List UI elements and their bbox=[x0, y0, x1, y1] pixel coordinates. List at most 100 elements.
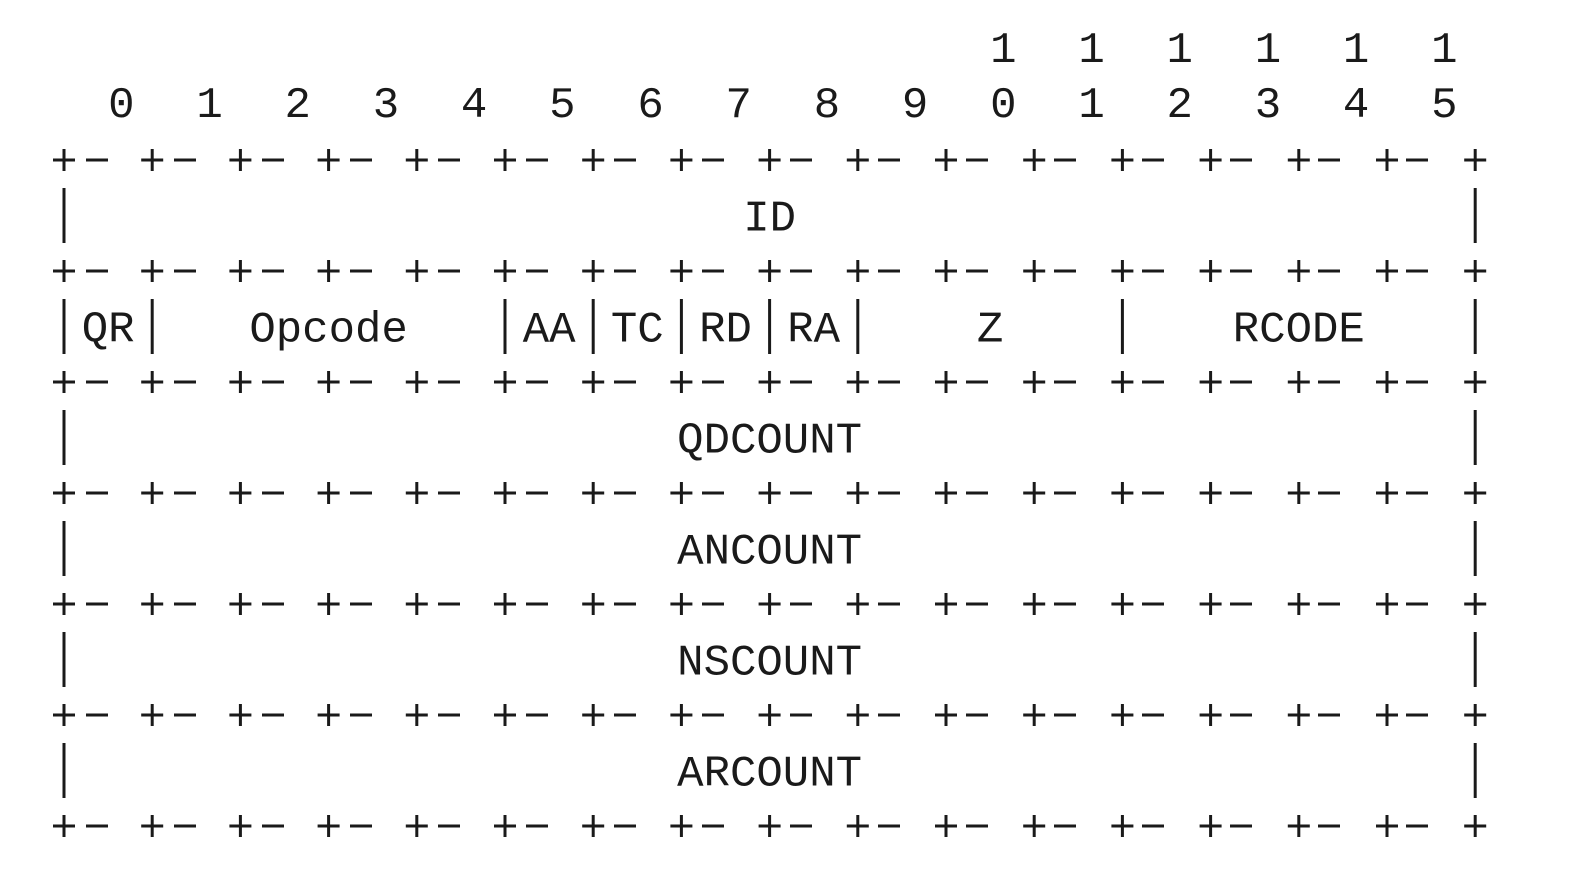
plus-mark bbox=[1287, 482, 1310, 504]
plus-mark bbox=[141, 149, 164, 171]
bit-number-units: 6 bbox=[637, 81, 663, 131]
plus-mark bbox=[935, 704, 957, 726]
plus-mark bbox=[53, 371, 75, 393]
bit-number-units: 1 bbox=[196, 81, 222, 131]
plus-mark bbox=[1464, 593, 1487, 615]
id-row: ID bbox=[62, 188, 1477, 245]
plus-mark bbox=[1023, 593, 1046, 615]
separator-line bbox=[53, 704, 1487, 726]
plus-mark bbox=[1111, 704, 1134, 726]
plus-mark bbox=[229, 815, 252, 837]
field-label-arcount: ARCOUNT bbox=[677, 750, 862, 800]
plus-mark bbox=[53, 593, 75, 615]
plus-mark bbox=[494, 815, 516, 837]
plus-mark bbox=[582, 593, 605, 615]
plus-mark bbox=[846, 482, 869, 504]
plus-mark bbox=[141, 593, 164, 615]
plus-mark bbox=[846, 149, 869, 171]
plus-mark bbox=[1287, 704, 1310, 726]
plus-mark bbox=[405, 593, 428, 615]
plus-mark bbox=[141, 371, 164, 393]
plus-mark bbox=[1287, 593, 1310, 615]
plus-mark bbox=[670, 593, 693, 615]
plus-mark bbox=[229, 704, 252, 726]
plus-mark bbox=[494, 260, 516, 282]
plus-mark bbox=[1376, 593, 1398, 615]
field-rows: ID QR Opcode AA TC RD RA Z RCODE QDCOUNT ANCOUNT NS… bbox=[53, 149, 1487, 837]
plus-mark bbox=[405, 371, 428, 393]
field-label-rcode: RCODE bbox=[1233, 306, 1365, 356]
plus-mark bbox=[1287, 149, 1310, 171]
bit-number-units: 0 bbox=[990, 81, 1016, 131]
plus-mark bbox=[1464, 704, 1487, 726]
bit-number-units: 9 bbox=[902, 81, 928, 131]
bit-number-units: 4 bbox=[461, 81, 487, 131]
field-label-qr: QR bbox=[82, 306, 135, 356]
plus-mark bbox=[846, 815, 869, 837]
bit-number-tens: 1 bbox=[1167, 26, 1193, 76]
separator-line bbox=[53, 260, 1487, 282]
plus-mark bbox=[1199, 260, 1222, 282]
bit-number-units: 2 bbox=[285, 81, 311, 131]
plus-mark bbox=[317, 371, 340, 393]
field-label-qdcount: QDCOUNT bbox=[677, 417, 862, 467]
plus-mark bbox=[1464, 482, 1487, 504]
bit-number-units: 8 bbox=[814, 81, 840, 131]
plus-mark bbox=[1023, 704, 1046, 726]
plus-mark bbox=[582, 815, 605, 837]
plus-mark bbox=[670, 260, 693, 282]
bit-number-units: 2 bbox=[1167, 81, 1193, 131]
qdcount-row: QDCOUNT bbox=[62, 410, 1477, 467]
plus-mark bbox=[1023, 371, 1046, 393]
bit-number-units: 7 bbox=[726, 81, 752, 131]
plus-mark bbox=[582, 704, 605, 726]
plus-mark bbox=[229, 482, 252, 504]
plus-mark bbox=[1199, 704, 1222, 726]
plus-mark bbox=[670, 149, 693, 171]
plus-mark bbox=[935, 149, 957, 171]
plus-mark bbox=[1023, 260, 1046, 282]
plus-mark bbox=[229, 260, 252, 282]
plus-mark bbox=[935, 815, 957, 837]
plus-mark bbox=[670, 371, 693, 393]
field-label-tc: TC bbox=[611, 306, 664, 356]
plus-mark bbox=[494, 371, 516, 393]
plus-mark bbox=[1199, 815, 1222, 837]
plus-mark bbox=[1464, 260, 1487, 282]
plus-mark bbox=[758, 260, 781, 282]
plus-mark bbox=[1111, 593, 1134, 615]
plus-mark bbox=[1023, 815, 1046, 837]
plus-mark bbox=[494, 149, 516, 171]
bit-number-units: 5 bbox=[549, 81, 575, 131]
plus-mark bbox=[670, 704, 693, 726]
plus-mark bbox=[1376, 260, 1398, 282]
plus-mark bbox=[494, 593, 516, 615]
plus-mark bbox=[53, 704, 75, 726]
plus-mark bbox=[846, 260, 869, 282]
plus-mark bbox=[1287, 260, 1310, 282]
plus-mark bbox=[1376, 482, 1398, 504]
plus-mark bbox=[1287, 371, 1310, 393]
plus-mark bbox=[758, 482, 781, 504]
plus-mark bbox=[1199, 149, 1222, 171]
plus-mark bbox=[935, 371, 957, 393]
plus-mark bbox=[582, 482, 605, 504]
plus-mark bbox=[935, 593, 957, 615]
plus-mark bbox=[1464, 815, 1487, 837]
field-label-rd: RD bbox=[699, 306, 752, 356]
plus-mark bbox=[1287, 815, 1310, 837]
plus-mark bbox=[317, 593, 340, 615]
field-label-nscount: NSCOUNT bbox=[677, 639, 862, 689]
plus-mark bbox=[1199, 482, 1222, 504]
plus-mark bbox=[1376, 704, 1398, 726]
plus-mark bbox=[317, 482, 340, 504]
plus-mark bbox=[846, 593, 869, 615]
nscount-row: NSCOUNT bbox=[62, 632, 1477, 689]
separator-line bbox=[53, 815, 1487, 837]
plus-mark bbox=[141, 482, 164, 504]
bit-number-tens: 1 bbox=[1078, 26, 1104, 76]
plus-mark bbox=[317, 260, 340, 282]
plus-mark bbox=[935, 482, 957, 504]
separator-line bbox=[53, 149, 1487, 171]
plus-mark bbox=[1464, 149, 1487, 171]
